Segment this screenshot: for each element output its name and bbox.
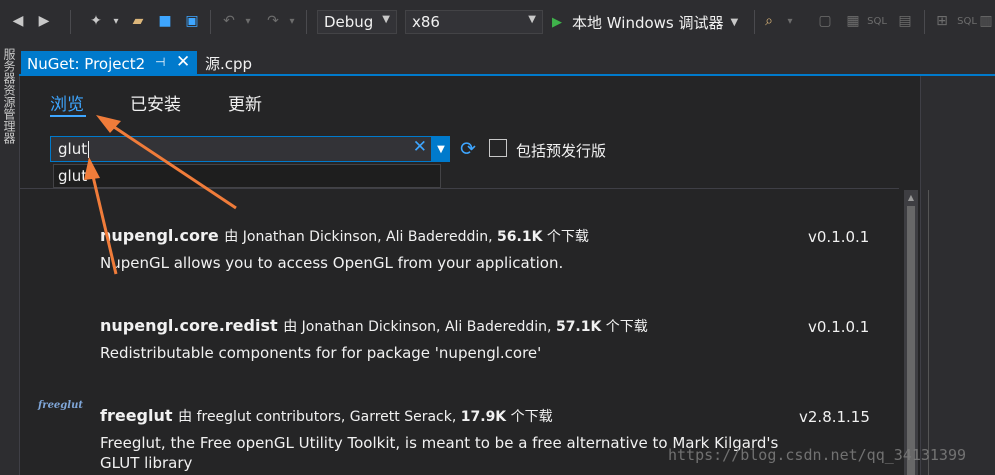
toolbar-separator	[754, 10, 755, 34]
layout-icon[interactable]: ▤	[894, 10, 916, 32]
main-toolbar: ◀ ▶ ✦ ▾ ▰ ■ ▣ ↶ ▾ ↷ ▾ Debug ▼ x86 ▼ ▶ 本地…	[0, 0, 995, 44]
server-explorer-tab[interactable]: 服务器资源管理器	[1, 48, 18, 144]
package-name: freeglut	[100, 406, 173, 425]
save-all-icon[interactable]: ▣	[180, 10, 204, 32]
tab-label: 源.cpp	[205, 55, 253, 73]
grid-icon[interactable]: ▦	[842, 10, 864, 32]
chevron-down-icon: ▼	[730, 16, 739, 28]
undo-icon[interactable]: ↶	[218, 10, 240, 32]
package-item-freeglut[interactable]: freeglut 由 freeglut contributors, Garret…	[100, 406, 553, 426]
play-icon: ▶	[552, 14, 562, 30]
package-downloads-suffix: 个下载	[510, 409, 553, 425]
forward-icon[interactable]: ▶	[32, 10, 56, 32]
sql-button[interactable]: SQL	[866, 10, 888, 32]
close-icon[interactable]: ✕	[176, 52, 190, 72]
package-item-nupengl-core[interactable]: nupengl.core 由 Jonathan Dickinson, Ali B…	[100, 226, 589, 246]
new-project-icon[interactable]: ✦	[84, 10, 108, 32]
package-downloads-suffix: 个下载	[546, 229, 589, 245]
suggestion-text: glut	[58, 167, 88, 185]
package-by: 由	[283, 319, 298, 335]
tab-source-cpp[interactable]: 源.cpp	[201, 51, 256, 76]
chevron-down-icon[interactable]: ▾	[784, 10, 796, 32]
package-description: NupenGL allows you to access OpenGL from…	[100, 254, 564, 272]
package-name: nupengl.core	[100, 226, 219, 245]
include-prerelease-label[interactable]: 包括预发行版	[516, 140, 606, 161]
chevron-down-icon: ▼	[528, 14, 536, 25]
document-tab-bar: NuGet: Project2 ⊣ ✕ 源.cpp	[19, 44, 995, 76]
package-version: v0.1.0.1	[808, 318, 870, 336]
toolbar-separator	[210, 10, 211, 34]
platform-select[interactable]: x86 ▼	[405, 10, 543, 34]
panel-divider	[928, 190, 929, 475]
package-name: nupengl.core.redist	[100, 316, 278, 335]
redo-icon[interactable]: ↷	[262, 10, 284, 32]
tab-label: NuGet: Project2	[27, 54, 146, 73]
schema-icon[interactable]: ▥	[978, 10, 994, 32]
back-icon[interactable]: ◀	[6, 10, 30, 32]
right-side-panel	[920, 76, 995, 475]
left-tool-strip: 服务器资源管理器	[0, 44, 20, 475]
chevron-down-icon[interactable]: ▾	[242, 10, 254, 32]
configuration-select[interactable]: Debug ▼	[317, 10, 397, 34]
toolbar-separator	[924, 10, 925, 34]
watermark: https://blog.csdn.net/qq_34131399	[668, 446, 967, 464]
chevron-down-icon: ▼	[382, 14, 390, 25]
toolbar-separator	[306, 10, 307, 34]
tab-updates[interactable]: 更新	[228, 90, 262, 115]
package-list-border	[19, 188, 899, 189]
package-by: 由	[224, 229, 239, 245]
tab-browse-underline	[50, 115, 86, 117]
refresh-icon[interactable]: ⟳	[458, 138, 478, 160]
package-authors: Jonathan Dickinson, Ali Badereddin,	[242, 229, 493, 245]
configuration-value: Debug	[324, 13, 374, 31]
sql-compare-button[interactable]: SQL	[956, 10, 978, 32]
package-meta: 由 Jonathan Dickinson, Ali Badereddin, 56…	[224, 229, 589, 245]
window-icon[interactable]: ▢	[814, 10, 836, 32]
find-in-files-icon[interactable]: ⌕	[758, 10, 780, 32]
clear-icon[interactable]: ✕	[413, 137, 427, 157]
package-meta: 由 Jonathan Dickinson, Ali Badereddin, 57…	[283, 319, 648, 335]
package-description: Redistributable components for for packa…	[100, 344, 542, 362]
include-prerelease-checkbox[interactable]	[489, 139, 507, 157]
package-item-nupengl-core-redist[interactable]: nupengl.core.redist 由 Jonathan Dickinson…	[100, 316, 648, 336]
compare-icon[interactable]: ⊞	[932, 10, 952, 32]
scroll-up-icon[interactable]: ▲	[904, 190, 918, 204]
package-downloads-suffix: 个下载	[605, 319, 648, 335]
package-downloads: 57.1K	[555, 319, 602, 335]
package-version: v2.8.1.15	[799, 408, 870, 426]
search-value: glut	[58, 140, 88, 158]
chevron-down-icon[interactable]: ▾	[286, 10, 298, 32]
package-meta: 由 freeglut contributors, Garrett Serack,…	[178, 409, 553, 425]
chevron-down-icon: ▼	[437, 143, 445, 155]
package-authors: Jonathan Dickinson, Ali Badereddin,	[301, 319, 552, 335]
package-version: v0.1.0.1	[808, 228, 870, 246]
freeglut-logo: freeglut	[38, 400, 83, 411]
pin-icon[interactable]: ⊣	[155, 55, 165, 69]
chevron-down-icon[interactable]: ▾	[110, 10, 122, 32]
tab-nuget-project2[interactable]: NuGet: Project2 ⊣ ✕	[21, 51, 197, 76]
package-downloads: 17.9K	[460, 409, 507, 425]
run-label: 本地 Windows 调试器	[572, 13, 724, 32]
package-authors: freeglut contributors, Garrett Serack,	[196, 409, 457, 425]
search-suggestion-item[interactable]: glut	[53, 164, 441, 188]
search-input[interactable]: glut ✕	[50, 136, 432, 162]
scrollbar-thumb[interactable]	[907, 206, 915, 475]
text-caret	[88, 140, 90, 158]
package-downloads: 56.1K	[497, 229, 543, 245]
package-by: 由	[178, 409, 193, 425]
open-folder-icon[interactable]: ▰	[126, 10, 150, 32]
platform-value: x86	[412, 13, 440, 31]
tab-accent-line	[19, 74, 995, 76]
tab-browse[interactable]: 浏览	[50, 90, 84, 115]
start-debugging-button[interactable]: ▶ 本地 Windows 调试器 ▼	[552, 10, 738, 34]
search-history-dropdown[interactable]: ▼	[432, 136, 450, 162]
save-icon[interactable]: ■	[154, 10, 176, 32]
tab-installed[interactable]: 已安装	[130, 90, 181, 115]
toolbar-separator	[70, 10, 71, 34]
